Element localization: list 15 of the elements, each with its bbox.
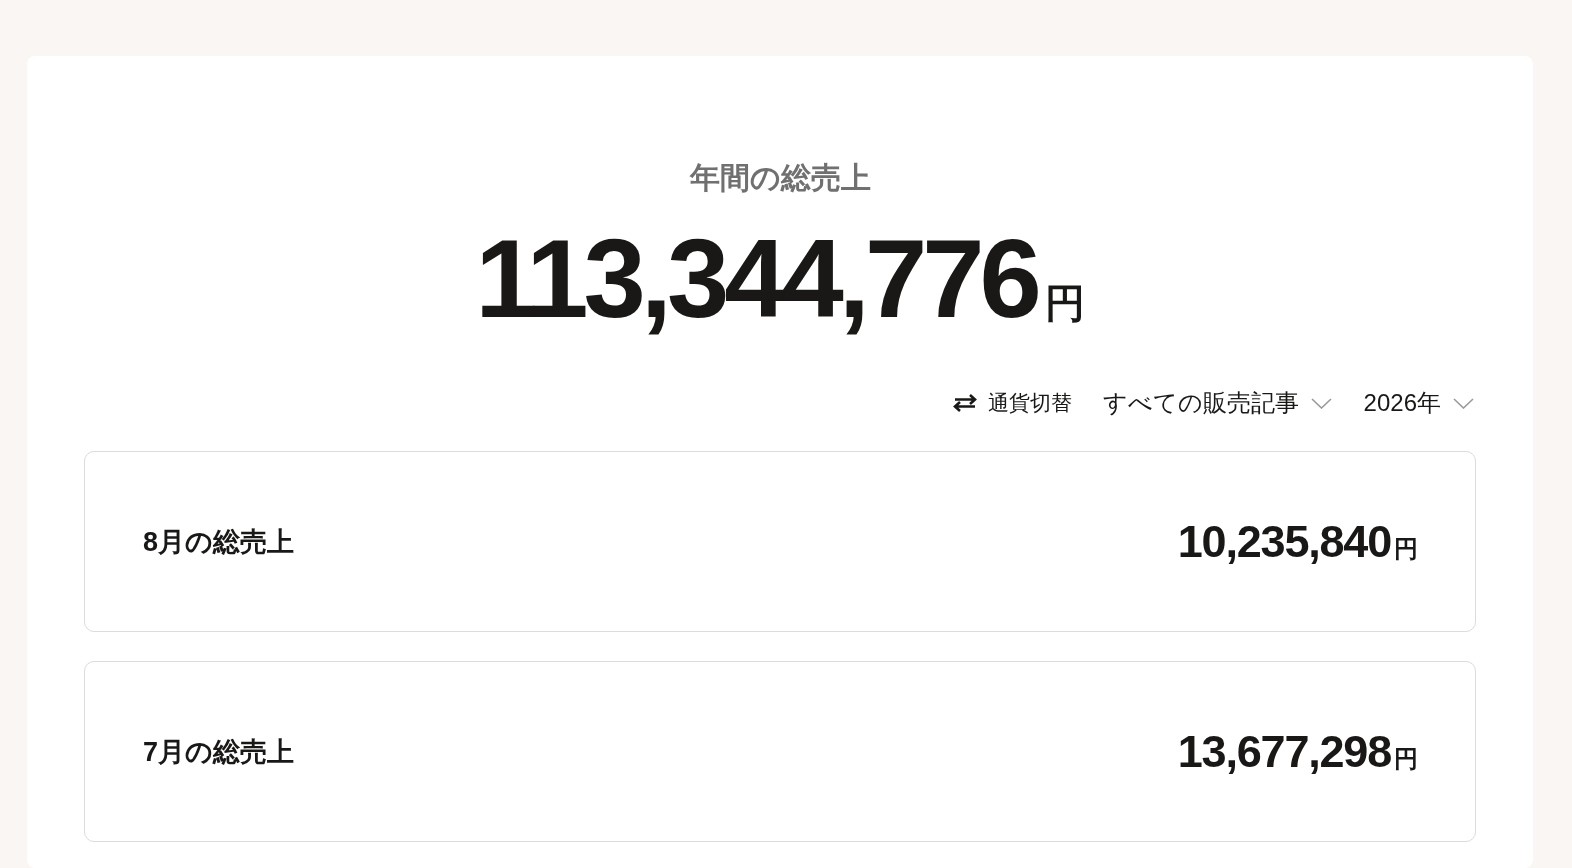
swap-arrows-icon (950, 393, 979, 413)
monthly-sales-amount: 13,677,298 (1177, 725, 1392, 778)
chevron-down-icon (1453, 397, 1474, 409)
annual-sales-title: 年間の総売上 (689, 160, 871, 196)
currency-switch-button[interactable]: 通貨切替 (950, 389, 1072, 417)
currency-unit: 円 (1044, 280, 1085, 327)
article-filter-dropdown[interactable]: すべての販売記事 (1102, 387, 1332, 419)
monthly-sales-amount: 10,235,840 (1177, 515, 1392, 568)
monthly-sales-label: 7月の総売上 (143, 735, 295, 769)
chevron-down-icon (1310, 397, 1332, 409)
currency-unit: 円 (1394, 533, 1418, 564)
year-dropdown[interactable]: 2026年 (1363, 387, 1474, 419)
currency-unit: 円 (1394, 743, 1418, 774)
monthly-sales-label: 8月の総売上 (143, 525, 295, 559)
annual-sales-total: 113,344,776 (475, 217, 1039, 341)
